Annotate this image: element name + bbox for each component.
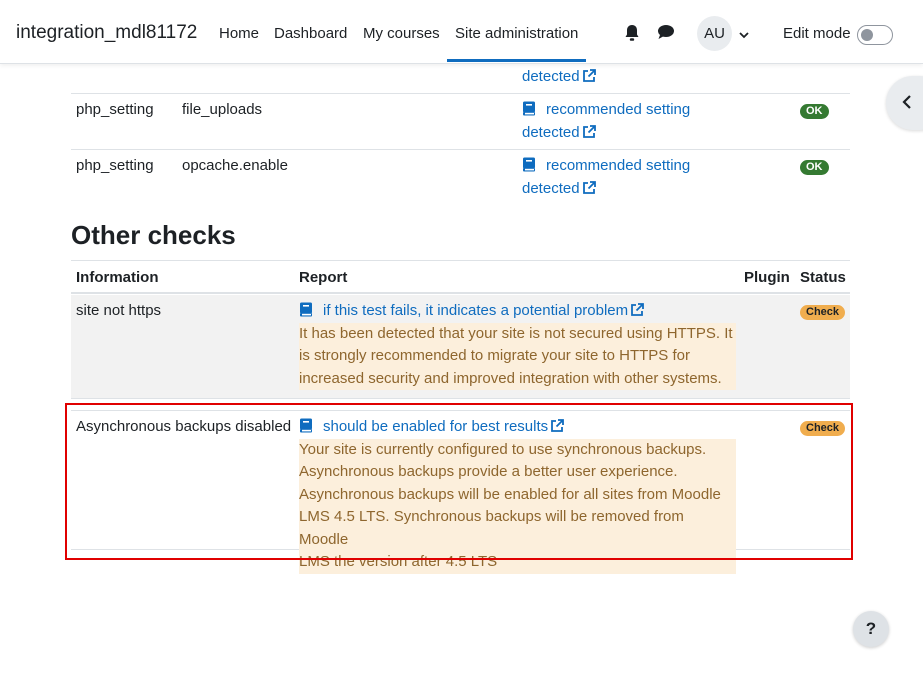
- top-navbar: integration_mdl81172 Home Dashboard My c…: [0, 0, 923, 64]
- site-brand[interactable]: integration_mdl81172: [16, 22, 197, 44]
- report-cell: detected: [522, 66, 596, 89]
- book-icon: [523, 101, 535, 116]
- column-header-report: Report: [299, 269, 348, 286]
- section-heading-other-checks: Other checks: [71, 220, 236, 250]
- table-row: detected: [71, 64, 850, 94]
- column-header-plugin: Plugin: [744, 269, 790, 286]
- status-badge: Check: [800, 305, 846, 320]
- chevron-left-icon: [902, 95, 911, 109]
- report-cell: if this test fails, it indicates a poten…: [299, 300, 736, 390]
- report-link-tail[interactable]: detected: [522, 180, 596, 197]
- message-line: It has been detected that your site is n…: [299, 324, 733, 342]
- book-icon: [300, 302, 312, 317]
- bell-icon[interactable]: [624, 24, 642, 42]
- open-drawer-button[interactable]: [886, 76, 923, 130]
- toggle-knob: [861, 29, 873, 41]
- information-cell: site not https: [76, 302, 162, 319]
- column-header-status: Status: [800, 269, 846, 286]
- table-row: site not https if this test fails, it in…: [71, 295, 850, 399]
- report-cell: recommended setting detected: [522, 99, 772, 144]
- name-cell: file_uploads: [182, 101, 263, 118]
- report-link[interactable]: recommended setting: [522, 101, 690, 118]
- table-row: php_setting opcache.enable recommended s…: [71, 150, 850, 202]
- type-cell: php_setting: [76, 157, 154, 174]
- nav-dashboard[interactable]: Dashboard: [274, 25, 347, 42]
- report-link[interactable]: if this test fails, it indicates a poten…: [299, 302, 645, 319]
- report-cell: recommended setting detected: [522, 155, 772, 200]
- message-line: increased security and improved integrat…: [299, 369, 722, 387]
- table-header: Information Report Plugin Status: [71, 260, 850, 294]
- external-link-icon: [582, 124, 596, 138]
- table-row: php_setting file_uploads recommended set…: [71, 94, 850, 150]
- nav-active-indicator: [447, 59, 586, 62]
- status-badge: OK: [800, 104, 829, 119]
- name-cell: opcache.enable: [182, 157, 288, 174]
- type-cell: php_setting: [76, 101, 154, 118]
- edit-mode-label: Edit mode: [783, 25, 851, 42]
- nav-my-courses[interactable]: My courses: [363, 25, 440, 42]
- user-avatar[interactable]: AU: [697, 16, 732, 51]
- report-link[interactable]: recommended setting: [522, 157, 690, 174]
- help-button[interactable]: ?: [853, 611, 889, 647]
- status-badge: OK: [800, 160, 829, 175]
- warning-message: It has been detected that your site is n…: [299, 322, 736, 390]
- edit-mode-toggle[interactable]: [857, 25, 893, 45]
- column-header-information: Information: [76, 269, 159, 286]
- nav-home[interactable]: Home: [219, 25, 259, 42]
- external-link-icon: [631, 303, 645, 316]
- report-link-tail[interactable]: detected: [522, 124, 596, 141]
- external-link-icon: [582, 180, 596, 194]
- chat-icon[interactable]: [657, 24, 675, 42]
- book-icon: [523, 157, 535, 172]
- chevron-down-icon[interactable]: [738, 28, 750, 40]
- message-line: is strongly recommended to migrate your …: [299, 347, 690, 364]
- external-link-icon: [582, 69, 596, 82]
- nav-site-administration[interactable]: Site administration: [455, 25, 578, 42]
- report-link-tail[interactable]: detected: [522, 68, 596, 85]
- highlight-box: [65, 403, 853, 560]
